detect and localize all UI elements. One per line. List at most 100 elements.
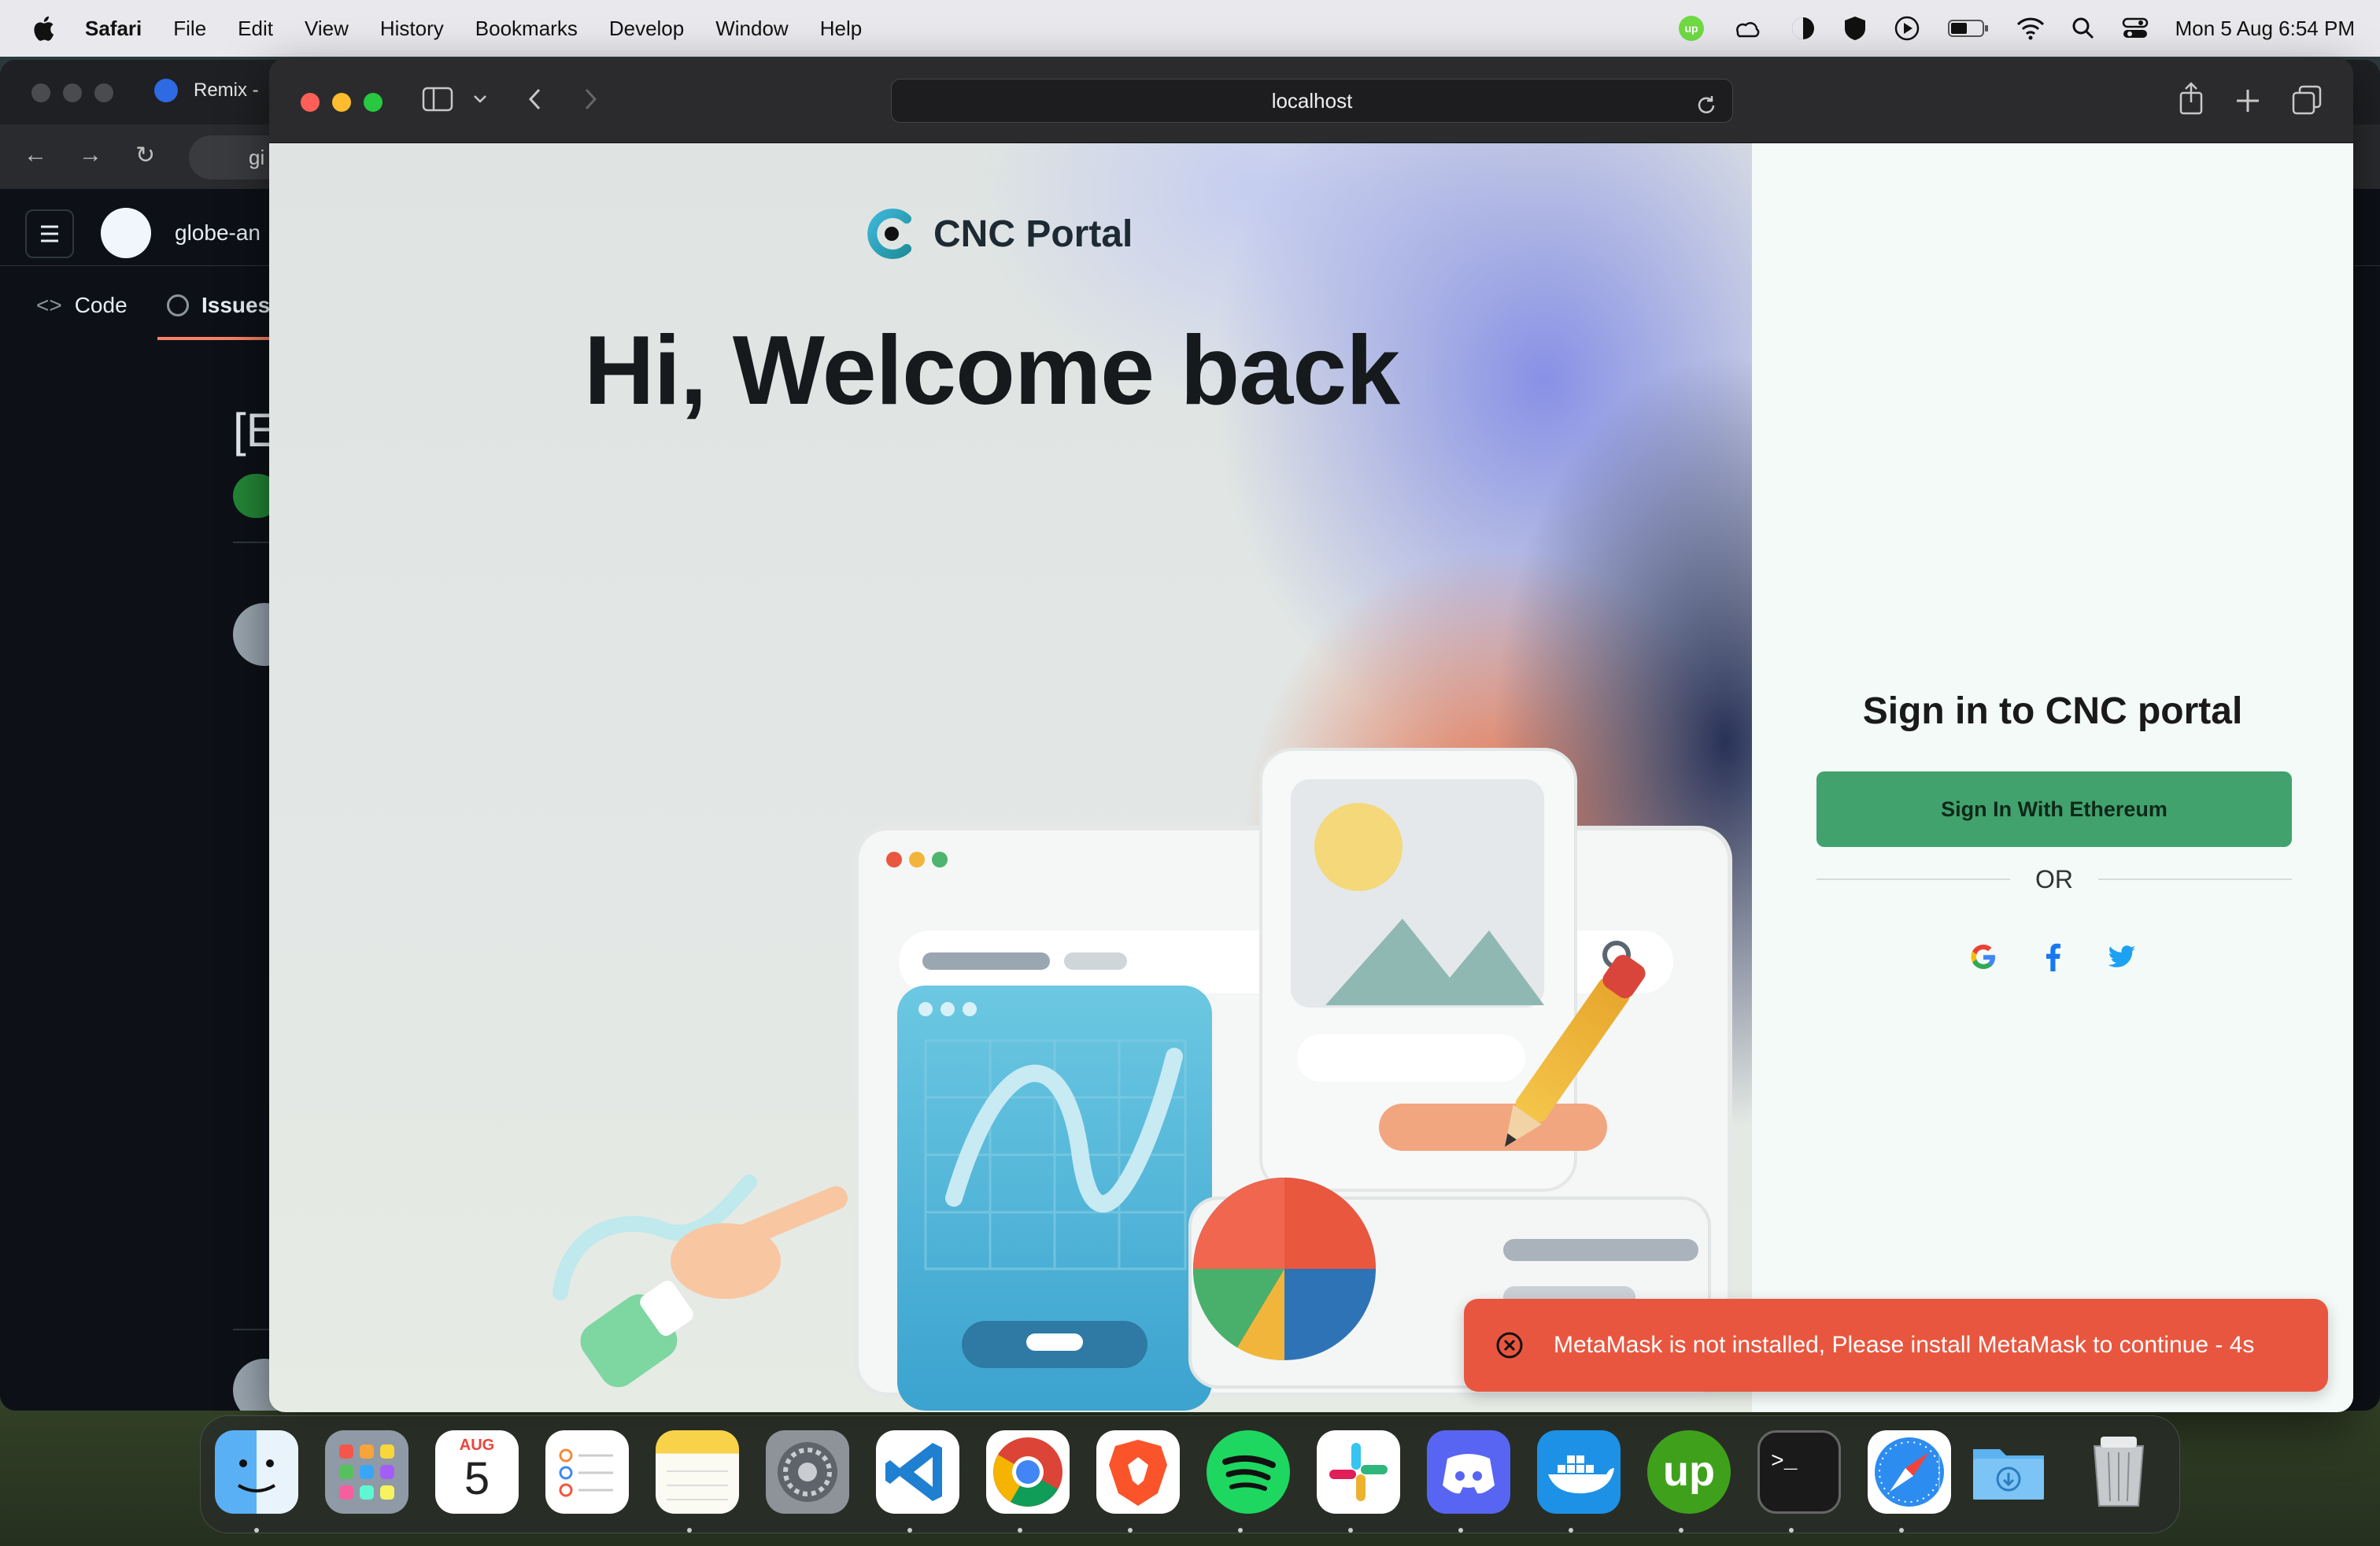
hamburger-menu-icon[interactable]: [25, 209, 74, 258]
forward-arrow-icon[interactable]: →: [79, 142, 102, 168]
sign-in-with-ethereum-button[interactable]: Sign In With Ethereum: [1816, 771, 2292, 847]
notes-icon[interactable]: [656, 1430, 739, 1514]
menu-history[interactable]: History: [380, 17, 444, 41]
discord-icon[interactable]: [1427, 1430, 1510, 1514]
twitter-icon[interactable]: [2103, 938, 2141, 976]
launchpad-icon[interactable]: [325, 1430, 408, 1514]
google-icon[interactable]: [1964, 938, 2002, 976]
dark-mode-icon[interactable]: [1790, 15, 1816, 42]
tab-code[interactable]: <> Code: [36, 293, 128, 318]
wifi-icon[interactable]: [2016, 15, 2045, 42]
share-icon[interactable]: [2177, 82, 2205, 119]
minimize-window-button[interactable]: [332, 93, 351, 112]
issue-icon: [167, 294, 189, 316]
tab-code-label: Code: [74, 293, 128, 317]
repo-name[interactable]: globe-an: [175, 220, 261, 246]
menu-file[interactable]: File: [173, 17, 206, 41]
reminders-icon[interactable]: [545, 1430, 629, 1514]
dock-separator: [1938, 1438, 1940, 1512]
menubar-clock[interactable]: Mon 5 Aug 6:54 PM: [2175, 17, 2355, 41]
traffic-lights[interactable]: [301, 93, 395, 112]
background-tab[interactable]: Remix -: [154, 79, 259, 102]
running-indicator: [1238, 1528, 1243, 1533]
running-indicator: [1348, 1528, 1353, 1533]
close-window-button[interactable]: [301, 93, 320, 112]
brand[interactable]: CNC Portal: [866, 208, 1133, 260]
dashboard-illustration: [552, 748, 1732, 1411]
reload-icon[interactable]: [1694, 89, 1718, 131]
running-indicator: [1899, 1528, 1904, 1533]
back-arrow-icon[interactable]: ←: [24, 142, 47, 168]
vscode-icon[interactable]: [876, 1430, 959, 1514]
welcome-heading: Hi, Welcome back: [584, 316, 1400, 425]
weather-icon[interactable]: [1731, 15, 1763, 42]
safari-window: localhost CNC Portal Hi, Welcome back Si…: [269, 58, 2353, 1412]
toast-message: MetaMask is not installed, Please instal…: [1554, 1332, 2255, 1358]
reload-icon[interactable]: ↻: [135, 142, 155, 169]
fullscreen-window-button[interactable]: [364, 93, 382, 112]
brave-icon[interactable]: [1096, 1430, 1180, 1514]
tab-overview-icon[interactable]: [2292, 85, 2322, 119]
running-indicator: [1458, 1528, 1463, 1533]
search-icon[interactable]: [2071, 15, 2095, 42]
background-tab-title: Remix -: [194, 80, 259, 101]
status-area: up Mon 5 Aug 6:54 PM: [1651, 0, 2355, 57]
downloads-folder-icon[interactable]: [1967, 1430, 2050, 1514]
docker-icon[interactable]: [1537, 1430, 1621, 1514]
menu-app-name[interactable]: Safari: [85, 17, 142, 41]
github-logo-icon[interactable]: [101, 208, 151, 258]
facebook-icon[interactable]: [2034, 938, 2071, 976]
running-indicator: [1789, 1528, 1794, 1533]
menu-window[interactable]: Window: [715, 17, 788, 41]
error-close-icon[interactable]: [1494, 1330, 1525, 1361]
back-arrow-icon[interactable]: [526, 87, 545, 116]
battery-icon[interactable]: [1947, 15, 1990, 42]
page-content: CNC Portal Hi, Welcome back Sign in to C…: [269, 143, 2353, 1412]
slack-icon[interactable]: [1317, 1430, 1400, 1514]
menu-bar: Safari File Edit View History Bookmarks …: [0, 0, 2380, 57]
or-text: OR: [2035, 864, 2073, 893]
apple-icon[interactable]: [31, 15, 55, 42]
menu-view[interactable]: View: [305, 17, 349, 41]
divider-line: [2098, 878, 2292, 880]
background-url-text: gi: [249, 146, 265, 169]
svg-text:up: up: [1684, 22, 1698, 35]
menu-develop[interactable]: Develop: [609, 17, 684, 41]
calendar-icon[interactable]: AUG 5: [435, 1430, 519, 1514]
menu-help[interactable]: Help: [820, 17, 862, 41]
trash-icon[interactable]: [2077, 1430, 2160, 1514]
play-icon[interactable]: [1894, 15, 1920, 42]
svg-text:up: up: [1663, 1448, 1715, 1495]
divider-line: [1816, 878, 2010, 880]
address-bar[interactable]: localhost: [891, 79, 1733, 123]
menu-items: Safari File Edit View History Bookmarks …: [85, 17, 893, 41]
running-indicator: [1569, 1528, 1573, 1533]
upwork-app-icon[interactable]: up: [1647, 1430, 1731, 1514]
calendar-month: AUG: [459, 1437, 495, 1454]
running-indicator: [1128, 1528, 1133, 1533]
welcome-pane: CNC Portal Hi, Welcome back: [269, 143, 1752, 1412]
forward-arrow-icon[interactable]: [581, 87, 600, 116]
running-indicator: [1018, 1528, 1022, 1533]
chrome-icon[interactable]: [986, 1430, 1070, 1514]
spotify-icon[interactable]: [1207, 1430, 1290, 1514]
address-text: localhost: [1271, 89, 1353, 113]
menu-edit[interactable]: Edit: [238, 17, 273, 41]
error-toast[interactable]: MetaMask is not installed, Please instal…: [1464, 1299, 2328, 1392]
cnc-logo-icon: [867, 209, 911, 259]
tab-issues[interactable]: Issues: [167, 293, 270, 318]
remix-icon: [154, 79, 178, 102]
safari-toolbar: localhost: [269, 58, 2353, 143]
new-tab-icon[interactable]: [2235, 88, 2260, 117]
vpn-icon[interactable]: [1843, 15, 1867, 42]
terminal-icon[interactable]: >_: [1757, 1430, 1841, 1514]
control-center-icon[interactable]: [2122, 15, 2149, 42]
background-traffic-lights[interactable]: [31, 83, 126, 102]
upwork-icon[interactable]: up: [1678, 15, 1705, 42]
menu-bookmarks[interactable]: Bookmarks: [475, 17, 578, 41]
chevron-down-icon[interactable]: [472, 93, 488, 109]
system-settings-icon[interactable]: [766, 1430, 849, 1514]
finder-icon[interactable]: [215, 1430, 298, 1514]
sidebar-toggle-icon[interactable]: [422, 87, 453, 116]
tab-issues-label: Issues: [201, 293, 271, 317]
